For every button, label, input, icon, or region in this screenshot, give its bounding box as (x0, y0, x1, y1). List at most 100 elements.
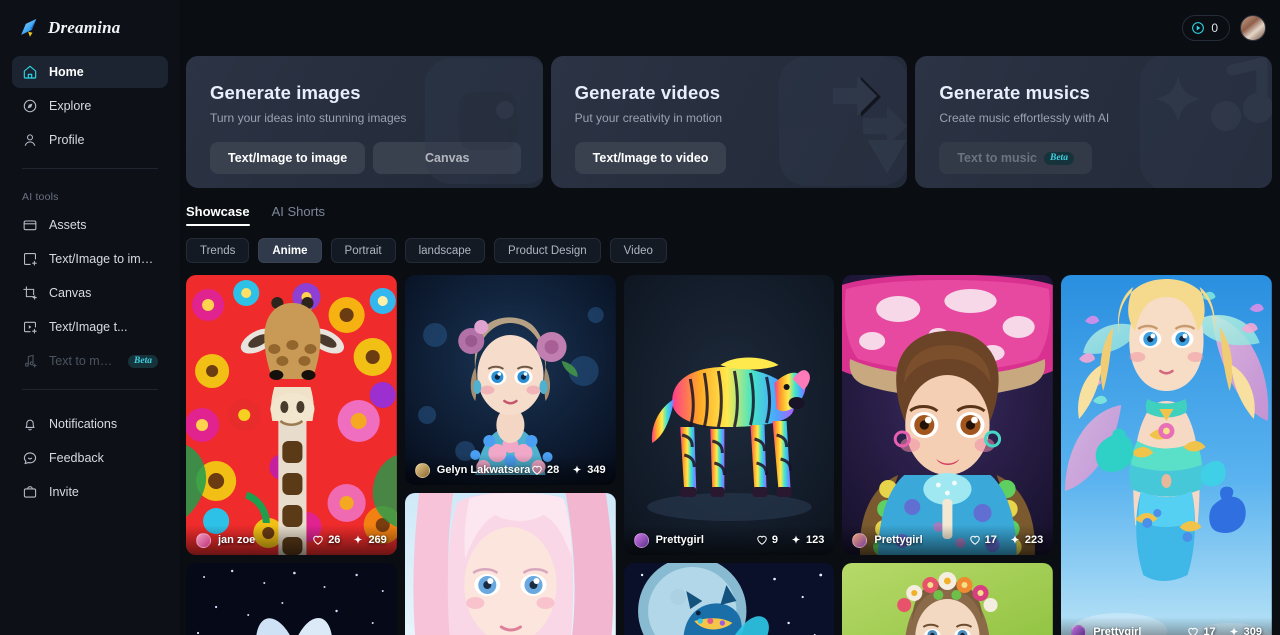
sidebar-item-explore[interactable]: Explore (12, 90, 168, 122)
sidebar-item-label: Notifications (49, 417, 118, 431)
beta-badge: Beta (128, 354, 158, 368)
gallery-card[interactable] (404, 493, 616, 635)
card-stats: 28 349 (531, 464, 606, 476)
hero-card-generate-musics: Generate musics Create music effortlessl… (915, 56, 1273, 188)
like-count: 26 (328, 534, 341, 546)
hero-card-generate-videos: Generate videos Put your creativity in m… (550, 56, 908, 188)
gallery-card[interactable] (842, 563, 1054, 635)
sidebar-item-label: Text to music (49, 354, 113, 368)
sidebar-item-label: Feedback (49, 451, 104, 465)
use-count: 269 (368, 534, 387, 546)
giraffe-flowers-art (186, 275, 397, 555)
author-avatar (633, 532, 649, 548)
sparkle-icon (354, 535, 363, 544)
use-stat[interactable]: 349 (571, 464, 606, 476)
flower-crown-woman-art (842, 563, 1054, 635)
sparkle-icon (572, 465, 582, 474)
heart-icon (757, 535, 767, 545)
author-name: jan zoe (218, 534, 256, 546)
hero-card-generate-images: Generate images Turn your ideas into stu… (186, 56, 543, 188)
sidebar-item-label: Text/Image to image (49, 252, 158, 266)
use-stat[interactable]: 269 (352, 534, 387, 546)
credits-value: 0 (1211, 21, 1218, 35)
chip-landscape[interactable]: landscape (404, 238, 486, 263)
chip-anime[interactable]: Anime (258, 238, 322, 263)
heart-icon (969, 535, 980, 545)
author-avatar (852, 532, 868, 548)
sidebar-item-text-to-music: Text to music Beta (12, 345, 168, 377)
home-icon (22, 64, 38, 80)
chip-video[interactable]: Video (609, 238, 667, 263)
use-stat[interactable]: 123 (790, 534, 824, 546)
sidebar-item-canvas[interactable]: Canvas (12, 277, 168, 309)
sidebar-item-home[interactable]: Home (12, 56, 168, 88)
card-meta: Prettygirl 9 123 (623, 525, 835, 555)
text-image-to-image-button[interactable]: Text/Image to image (210, 142, 366, 174)
author-avatar (1071, 624, 1087, 635)
use-count: 349 (587, 464, 606, 476)
sidebar-item-text-image-to-video[interactable]: Text/Image t... (12, 311, 168, 343)
mushroom-hat-girl-art (842, 275, 1054, 555)
like-count: 28 (546, 464, 560, 476)
chip-product-design[interactable]: Product Design (494, 238, 601, 263)
like-stat[interactable]: 17 (969, 534, 997, 546)
bell-icon (22, 416, 38, 432)
sidebar-item-profile[interactable]: Profile (12, 124, 168, 156)
text-image-to-video-button[interactable]: Text/Image to video (574, 142, 727, 174)
author-avatar (414, 462, 430, 478)
invite-icon (22, 484, 38, 500)
flower-crown-doll-art (404, 275, 616, 485)
image-stack-deco-icon (373, 56, 543, 188)
heart-icon (313, 535, 323, 545)
sidebar-item-label: Profile (49, 133, 85, 147)
chip-portrait[interactable]: Portrait (330, 238, 396, 263)
brand-logo-block[interactable]: Dreamina (12, 0, 168, 56)
heart-icon (532, 465, 542, 475)
gallery-card[interactable]: Gelyn Lakwatsera 28 349 (404, 275, 616, 485)
gallery-card[interactable]: Prettygirl 17 (842, 275, 1054, 555)
like-stat[interactable]: 28 (531, 464, 559, 476)
author-name: Prettygirl (1093, 626, 1142, 635)
sidebar-item-assets[interactable]: Assets (12, 209, 168, 241)
gallery-card[interactable]: jan zoe 26 269 (186, 275, 397, 555)
sparkle-icon (1229, 627, 1238, 635)
sidebar-item-text-image-to-image[interactable]: Text/Image to image (12, 243, 168, 275)
gallery-card[interactable] (623, 563, 835, 635)
text-to-music-button: Text to music Beta (939, 142, 1092, 174)
use-stat[interactable]: 309 (1228, 626, 1262, 635)
tab-showcase[interactable]: Showcase (186, 204, 250, 226)
tab-ai-shorts[interactable]: AI Shorts (272, 204, 325, 226)
gallery-card[interactable] (186, 563, 397, 635)
heart-icon (1188, 627, 1199, 635)
pink-hair-girl-art (404, 493, 616, 635)
video-generate-icon (22, 319, 38, 335)
card-stats: 26 269 (312, 534, 387, 546)
credits-badge[interactable]: 0 (1182, 15, 1230, 41)
author-name: Prettygirl (655, 534, 704, 546)
author-avatar (196, 532, 211, 548)
gallery-card[interactable]: Prettygirl 17 (1061, 275, 1272, 635)
beta-badge: Beta (1044, 151, 1074, 165)
author-name: Prettygirl (874, 534, 923, 546)
sidebar-item-notifications[interactable]: Notifications (12, 408, 168, 440)
moon-horse-art (623, 563, 835, 635)
chip-trends[interactable]: Trends (186, 238, 250, 263)
image-generate-icon (22, 251, 38, 267)
sidebar-item-feedback[interactable]: Feedback (12, 442, 168, 474)
like-stat[interactable]: 26 (312, 534, 340, 546)
like-count: 17 (1203, 626, 1216, 635)
avatar[interactable] (1240, 15, 1266, 41)
sidebar-item-invite[interactable]: Invite (12, 476, 168, 508)
sidebar-item-label: Invite (49, 485, 79, 499)
like-stat[interactable]: 17 (1187, 626, 1216, 635)
like-count: 9 (771, 534, 779, 546)
gallery-column: jan zoe 26 269 (186, 275, 397, 635)
video-play-deco-icon (717, 56, 908, 188)
gallery-card[interactable]: Prettygirl 9 123 (623, 275, 835, 555)
sidebar-item-label: Text/Image t... (49, 320, 128, 334)
card-meta: Prettygirl 17 (1061, 617, 1272, 635)
like-stat[interactable]: 9 (756, 534, 778, 546)
sidebar-divider-bottom (22, 389, 158, 390)
gallery-column: Prettygirl 17 (1061, 275, 1272, 635)
use-stat[interactable]: 223 (1009, 534, 1043, 546)
